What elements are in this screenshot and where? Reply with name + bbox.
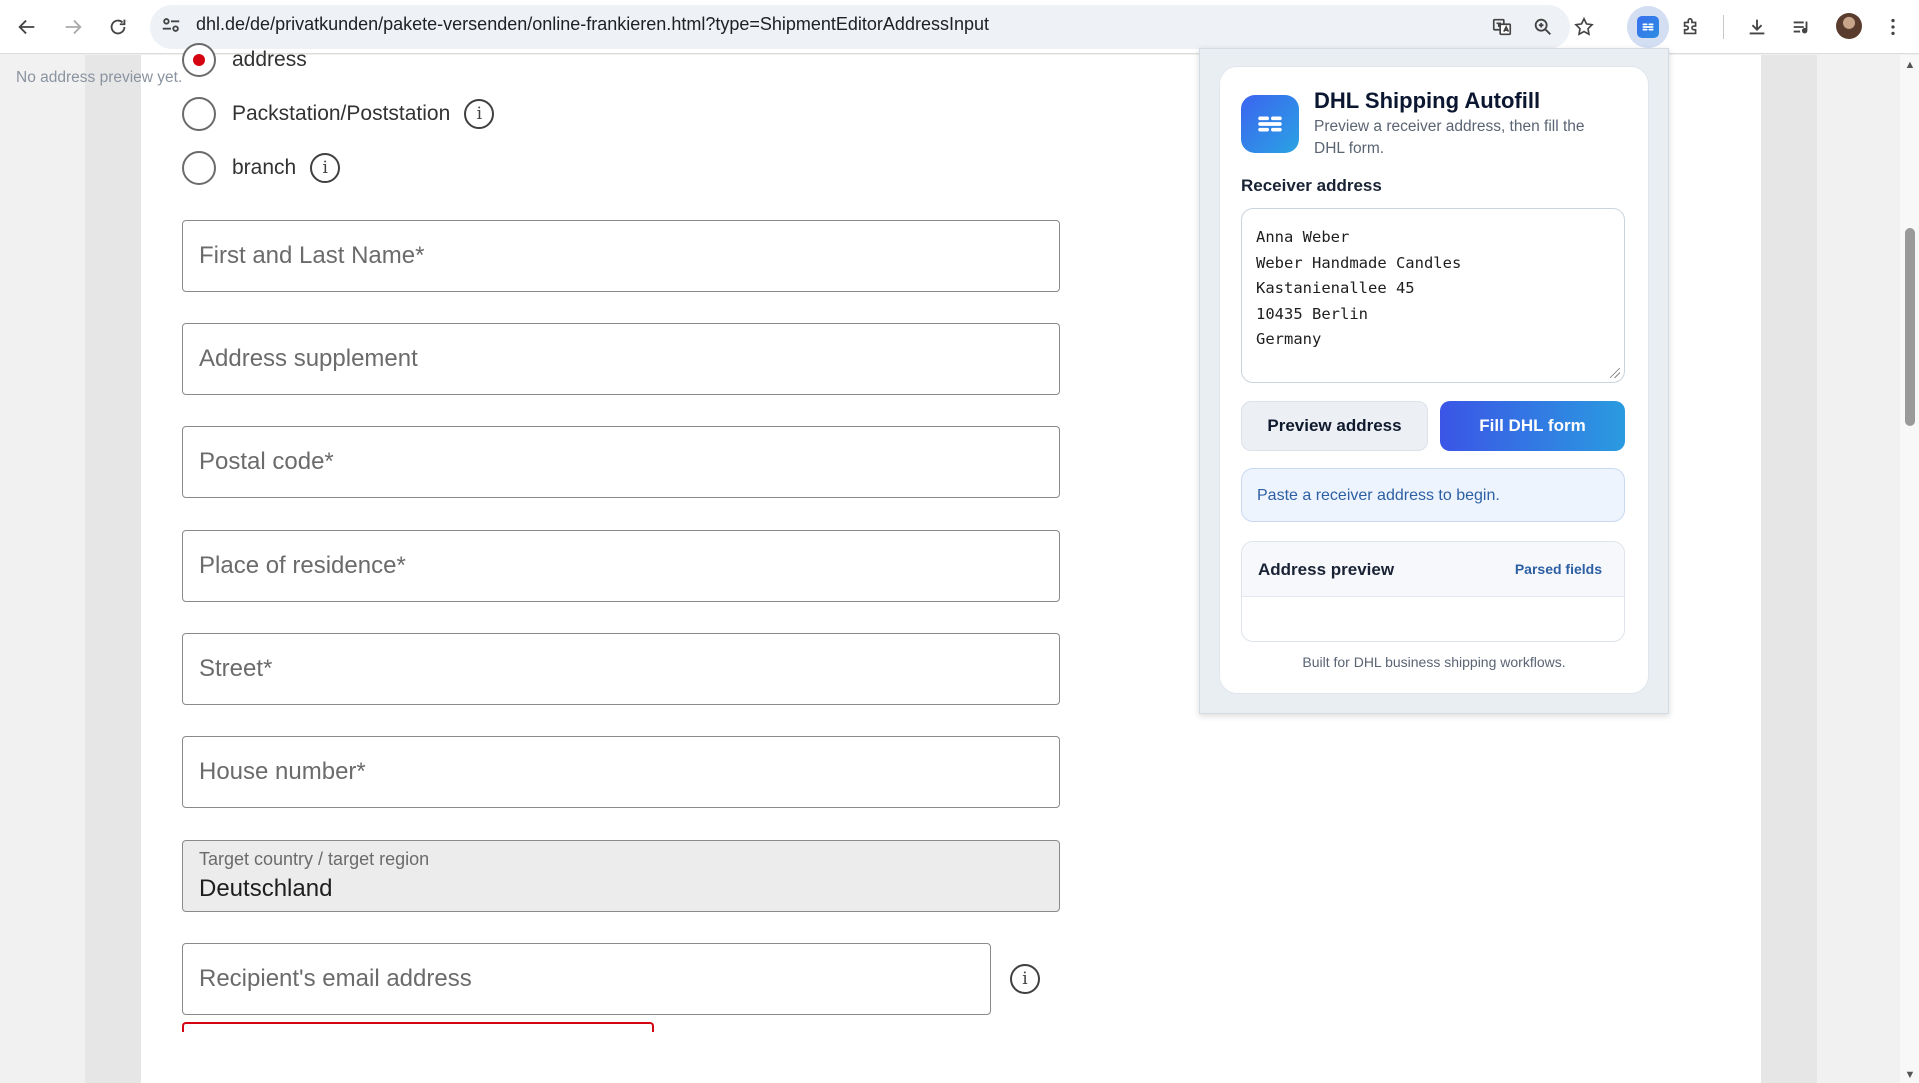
info-icon[interactable]: i [1010,964,1040,994]
receiver-address-textarea[interactable]: Anna Weber Weber Handmade Candles Kastan… [1256,225,1606,365]
bookmark-star-icon[interactable] [1567,10,1601,44]
avatar[interactable] [1836,13,1862,39]
fill-dhl-form-button[interactable]: Fill DHL form [1440,401,1625,451]
city-input[interactable] [183,531,1059,601]
scroll-down-arrow[interactable]: ▼ [1903,1070,1917,1081]
address-preview-header: Address preview Parsed fields [1242,542,1624,597]
email-input[interactable] [183,944,990,1014]
download-icon[interactable] [1740,10,1774,44]
house-number-field[interactable] [182,736,1060,808]
radio-label-address: address [232,48,307,71]
street-field[interactable] [182,633,1060,705]
receiver-address-box[interactable]: Anna Weber Weber Handmade Candles Kastan… [1241,208,1625,383]
name-input[interactable] [183,221,1059,291]
resize-grip-icon[interactable] [1610,368,1620,378]
radio-label-branch: branch [232,156,297,179]
popup-title: DHL Shipping Autofill [1314,88,1541,113]
info-icon[interactable]: i [310,153,341,183]
radio-option-address[interactable]: address [182,43,307,77]
back-icon[interactable] [10,10,44,44]
page-gutter-right [1761,55,1817,1083]
puzzle-icon[interactable] [1674,10,1708,44]
street-input[interactable] [183,634,1059,704]
app-logo-icon [1241,95,1299,153]
scrollbar-thumb[interactable] [1905,228,1915,426]
city-field[interactable] [182,530,1060,602]
info-icon[interactable]: i [464,99,495,129]
popup-footer: Built for DHL business shipping workflow… [1302,654,1566,670]
extension-icon[interactable] [1627,6,1669,48]
site-settings-icon[interactable] [160,14,182,36]
scroll-up-arrow[interactable]: ▲ [1903,60,1917,71]
scrollbar[interactable] [1900,55,1919,1083]
popup-subtitle: Preview a receiver address, then fill th… [1314,118,1585,157]
country-select[interactable]: Target country / target region Deutschla… [182,840,1060,912]
address-preview-panel: Address preview Parsed fields [1241,541,1625,642]
radio-button-branch[interactable] [182,151,216,185]
media-icon[interactable] [1784,10,1818,44]
menu-icon[interactable] [1876,10,1910,44]
parsed-fields-tag: Parsed fields [1514,561,1602,577]
house-number-input[interactable] [183,737,1059,807]
country-value: Deutschland [199,875,333,902]
email-field[interactable] [182,943,991,1015]
radio-option-branch[interactable]: branch i [182,151,341,185]
address-preview-title: Address preview [1258,560,1395,579]
status-message: Paste a receiver address to begin. [1241,468,1625,522]
address-preview-empty: No address preview yet. [16,69,183,86]
name-field[interactable] [182,220,1060,292]
radio-label-packstation: Packstation/Poststation [232,102,451,125]
next-button-edge[interactable] [182,1022,654,1032]
radio-option-packstation[interactable]: Packstation/Poststation i [182,97,495,131]
country-label: Target country / target region [199,849,430,869]
receiver-address-label: Receiver address [1241,176,1382,195]
zoom-icon[interactable] [1526,10,1560,44]
toolbar-separator [1723,15,1724,39]
supplement-field[interactable] [182,323,1060,395]
postal-code-field[interactable] [182,426,1060,498]
postal-code-input[interactable] [183,427,1059,497]
radio-button-packstation[interactable] [182,97,216,131]
radio-button-address[interactable] [182,43,216,77]
translate-icon[interactable] [1485,10,1519,44]
forward-icon[interactable] [56,10,90,44]
url-text[interactable]: dhl.de/de/privatkunden/pakete-versenden/… [196,14,989,35]
reload-icon[interactable] [101,10,135,44]
supplement-input[interactable] [183,324,1059,394]
preview-address-button[interactable]: Preview address [1241,401,1428,451]
page-gutter-left [85,55,141,1083]
